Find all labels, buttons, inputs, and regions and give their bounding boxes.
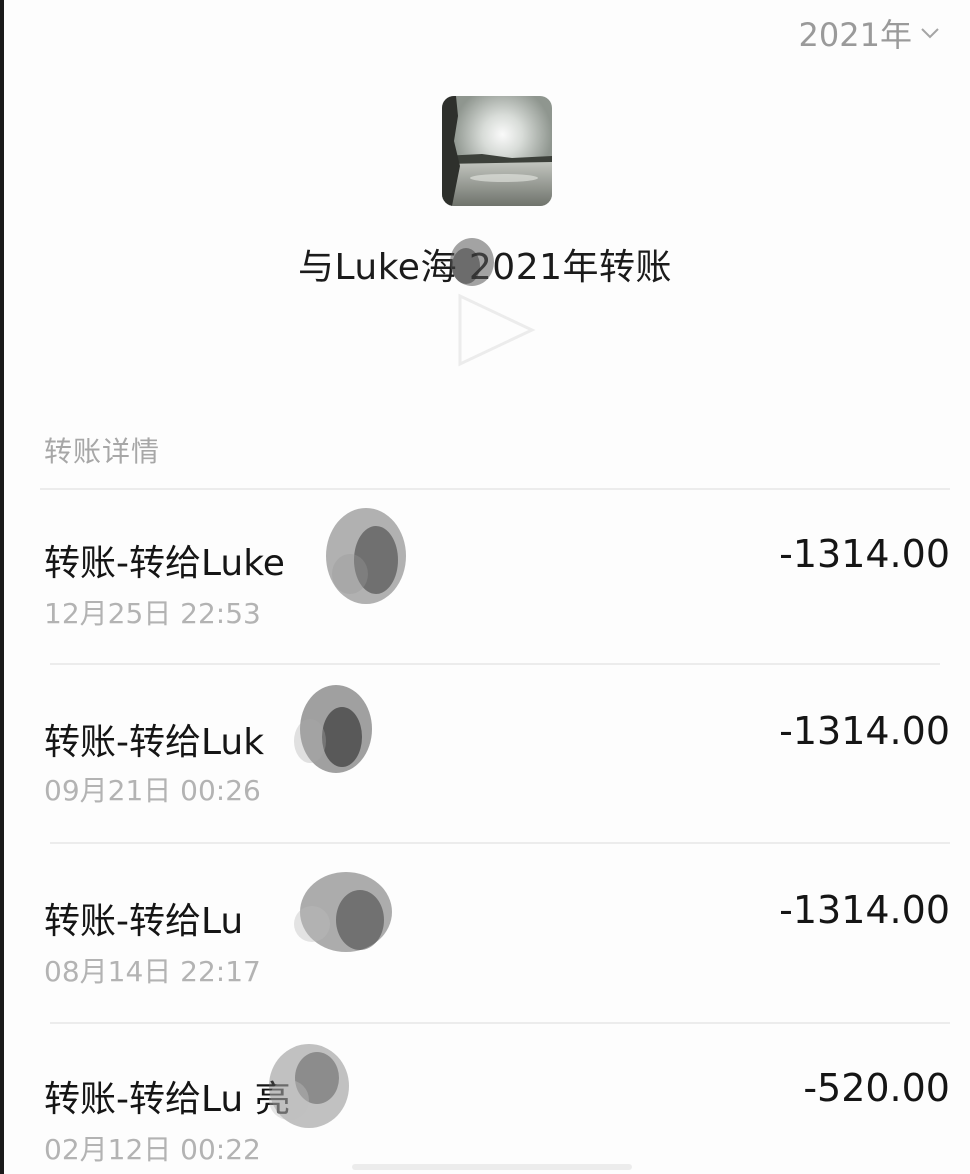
transaction-time: 08月14日 22:17 <box>44 955 261 988</box>
redaction-smudge <box>326 508 406 604</box>
contact-avatar[interactable] <box>442 96 552 206</box>
redaction-smudge <box>294 685 372 773</box>
transaction-amount: -1314.00 <box>779 888 950 932</box>
chevron-down-icon <box>921 28 939 39</box>
transaction-row[interactable]: 转账-转给Luk 09月21日 00:26 -1314.00 <box>0 665 970 835</box>
transaction-time: 09月21日 00:26 <box>44 774 261 807</box>
transfer-history-page: 2021年 与Luke海 2021年转账 转账详情 转账-转给Luke 12月2… <box>0 0 970 1174</box>
redaction-smudge <box>294 872 392 952</box>
transaction-title: 转账-转给Luke <box>44 543 285 584</box>
transaction-row[interactable]: 转账-转给Lu 08月14日 22:17 -1314.00 <box>0 844 970 1014</box>
transaction-amount: -520.00 <box>803 1066 950 1110</box>
transaction-title: 转账-转给Luk <box>44 722 265 763</box>
section-label: 转账详情 <box>44 435 161 468</box>
watermark <box>352 1164 632 1170</box>
transaction-title: 转账-转给Lu <box>44 901 244 942</box>
transaction-row[interactable]: 转账-转给Luke 12月25日 22:53 -1314.00 <box>0 490 970 660</box>
transaction-amount: -1314.00 <box>779 532 950 576</box>
avatar-photo <box>442 96 552 206</box>
play-icon[interactable] <box>454 290 538 370</box>
year-label: 2021年 <box>798 16 912 54</box>
page-title: 与Luke海 2021年转账 <box>297 247 672 288</box>
year-dropdown[interactable]: 2021年 <box>799 10 940 56</box>
transaction-time: 02月12日 00:22 <box>44 1133 261 1166</box>
transaction-amount: -1314.00 <box>779 709 950 753</box>
transaction-title: 转账-转给Lu 亮 <box>44 1079 291 1120</box>
transaction-row[interactable]: 转账-转给Lu 亮 02月12日 00:22 -520.00 <box>0 1024 970 1174</box>
transaction-time: 12月25日 22:53 <box>44 597 261 630</box>
